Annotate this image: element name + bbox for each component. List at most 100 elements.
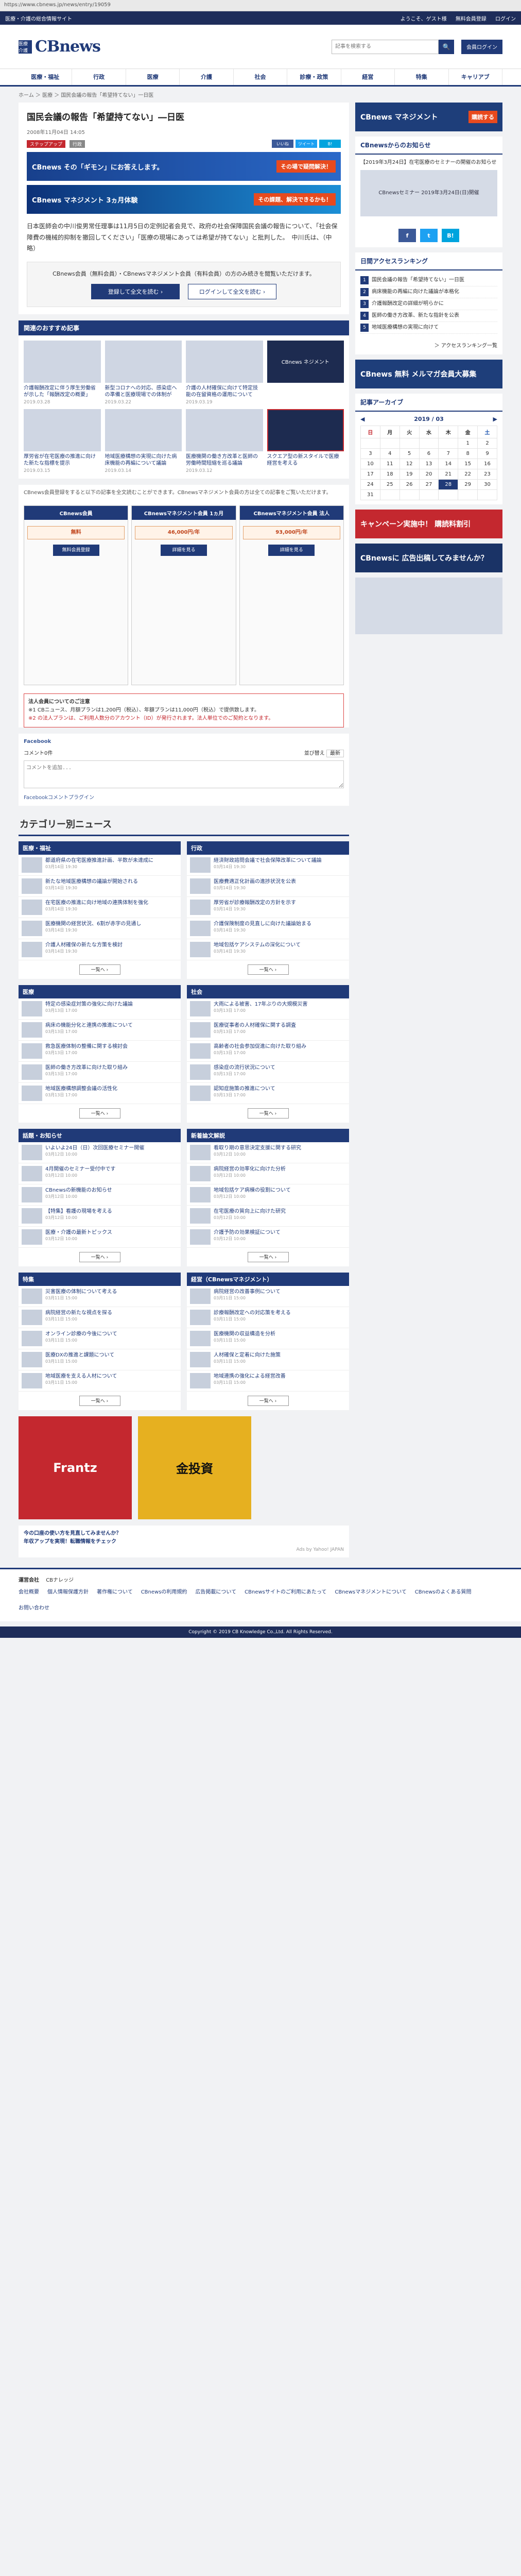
category-news-item[interactable]: 地域医療構想調整会議の活性化 03月13日 17:00 xyxy=(19,1083,181,1104)
calendar-day[interactable]: 14 xyxy=(438,459,459,469)
footer-link[interactable]: 著作権について xyxy=(97,1587,133,1595)
calendar-day[interactable]: 25 xyxy=(379,479,400,490)
side-banner[interactable] xyxy=(355,578,502,634)
calendar-day[interactable]: 20 xyxy=(419,469,439,480)
article-tag[interactable]: ステップアップ xyxy=(27,140,66,148)
text-ad[interactable]: 今の口座の使い方を見直してみませんか？ xyxy=(24,1530,344,1538)
facebook-like-button[interactable]: いいね xyxy=(272,140,293,148)
trial-banner[interactable]: CBnews マネジメント 3ヵ月体験 その課題、解決できるかも！ xyxy=(27,185,341,214)
calendar-day[interactable]: 8 xyxy=(458,448,478,459)
category-news-item[interactable]: 特定の感染症対策の強化に向けた議論 03月13日 17:00 xyxy=(19,998,181,1020)
calendar-day[interactable]: 16 xyxy=(477,459,497,469)
footer-link[interactable]: お問い合わせ xyxy=(19,1603,49,1611)
advertise-ad[interactable]: CBnewsに 広告出稿してみませんか？ xyxy=(355,544,502,572)
mailmag-ad[interactable]: CBnews 無料 メルマガ会員大募集 xyxy=(355,360,502,388)
category-news-item[interactable]: 医師の働き方改革に向けた取り組み 03月13日 17:00 xyxy=(19,1062,181,1083)
category-news-item[interactable]: 介護人材確保の新たな方策を検討 03月14日 19:30 xyxy=(19,939,181,960)
text-ad[interactable]: 年収アップを実現！転職情報をチェック xyxy=(24,1538,344,1546)
category-news-item[interactable]: 人材確保と定着に向けた施策 03月11日 15:00 xyxy=(187,1349,349,1370)
calendar-day[interactable]: 13 xyxy=(419,459,439,469)
plan-button[interactable]: 詳細を見る xyxy=(160,544,207,556)
category-news-item[interactable]: 地域連携の強化による経営改善 03月11日 15:00 xyxy=(187,1370,349,1392)
management-ad[interactable]: CBnews マネジメント 購読する xyxy=(355,103,502,131)
category-news-item[interactable]: 都道府県の在宅医療推進計画、半数が未達成に 03月14日 19:30 xyxy=(19,855,181,876)
ranking-item[interactable]: 3 介護報酬改定の詳細が明らかに xyxy=(360,298,497,310)
category-more-button[interactable]: 一覧へ › xyxy=(247,1108,289,1118)
seminar-promo[interactable]: CBnewsセミナー 2019年3月24日(日)開催 xyxy=(360,170,497,216)
register-link[interactable]: 無料会員登録 xyxy=(456,16,487,22)
category-news-item[interactable]: 災害医療の体制について考える 03月11日 15:00 xyxy=(19,1286,181,1307)
recommended-item[interactable]: 地域医療構想の実現に向けた病床機能の再編について議論 2019.03.14 xyxy=(105,409,182,473)
recommended-item[interactable]: 厚労省が在宅医療の推進に向けた新たな指標を提示 2019.03.15 xyxy=(24,409,101,473)
comment-input[interactable] xyxy=(24,760,344,788)
recommended-item[interactable]: 介護報酬改定に伴う厚生労働省が示した「報酬改定の概要」 2019.03.28 xyxy=(24,340,101,405)
nav-item[interactable]: 社会 xyxy=(234,69,288,85)
search-input[interactable] xyxy=(332,39,439,54)
tweet-button[interactable]: ツイート xyxy=(296,140,317,148)
calendar-day[interactable]: 21 xyxy=(438,469,459,480)
login-to-read-button[interactable]: ログインして全文を読む › xyxy=(188,283,276,299)
notice-text[interactable]: 【2019年3月24日】在宅医療のセミナーの開催のお知らせ xyxy=(360,159,497,167)
nav-item[interactable]: 医療 xyxy=(126,69,180,85)
plan-button[interactable]: 無料会員登録 xyxy=(53,544,99,556)
calendar-day[interactable]: 29 xyxy=(458,479,478,490)
calendar-day[interactable]: 30 xyxy=(477,479,497,490)
article-tag[interactable]: 行政 xyxy=(70,140,85,148)
facebook-icon[interactable]: f xyxy=(398,229,416,242)
category-news-item[interactable]: 病床の機能分化と連携の推進について 03月13日 17:00 xyxy=(19,1020,181,1041)
category-news-item[interactable]: オンライン診療の今後について 03月11日 15:00 xyxy=(19,1328,181,1349)
calendar-day[interactable]: 23 xyxy=(477,469,497,480)
calendar-day[interactable]: 19 xyxy=(399,469,420,480)
category-news-item[interactable]: 病院経営の効率化に向けた分析 03月12日 10:00 xyxy=(187,1163,349,1184)
subscribe-button[interactable]: 購読する xyxy=(468,111,497,123)
nav-item[interactable]: 診療・政策 xyxy=(287,69,341,85)
category-news-item[interactable]: 感染症の流行状況について 03月13日 17:00 xyxy=(187,1062,349,1083)
category-more-button[interactable]: 一覧へ › xyxy=(247,1395,289,1406)
category-more-button[interactable]: 一覧へ › xyxy=(247,1251,289,1262)
category-news-item[interactable]: 大雨による被害、17年ぶりの大規模災害 03月13日 17:00 xyxy=(187,998,349,1020)
calendar-day[interactable]: 27 xyxy=(419,479,439,490)
calendar-day[interactable]: 12 xyxy=(399,459,420,469)
category-news-item[interactable]: 4月開催のセミナー受付中です 03月12日 10:00 xyxy=(19,1163,181,1184)
category-news-item[interactable]: 高齢者の社会参加促進に向けた取り組み 03月13日 17:00 xyxy=(187,1041,349,1062)
nav-item[interactable]: 医療・福祉 xyxy=(19,69,73,85)
campaign-ad[interactable]: キャンペーン実施中！ 購読料割引 xyxy=(355,510,502,538)
calendar-day[interactable]: 9 xyxy=(477,448,497,459)
calendar-day[interactable]: 2 xyxy=(477,438,497,449)
category-news-item[interactable]: 診療報酬改定への対応策を考える 03月11日 15:00 xyxy=(187,1307,349,1328)
footer-link[interactable]: CBnewsのよくある質問 xyxy=(415,1587,472,1595)
ad-banner[interactable]: 金投資 xyxy=(138,1416,251,1519)
ad-banner[interactable]: Frantz xyxy=(19,1416,132,1519)
category-news-item[interactable]: 在宅医療の推進に向け地域の連携体制を強化 03月14日 19:30 xyxy=(19,897,181,918)
category-news-item[interactable]: 介護保険制度の見直しに向けた議論始まる 03月14日 19:30 xyxy=(187,918,349,939)
category-news-item[interactable]: 医療費適正化計画の進捗状況を公表 03月14日 19:30 xyxy=(187,876,349,897)
twitter-icon[interactable]: t xyxy=(420,229,438,242)
calendar-day[interactable]: 24 xyxy=(360,479,380,490)
footer-link[interactable]: CBnewsサイトのご利用にあたって xyxy=(245,1587,326,1595)
footer-link[interactable]: 会社概要 xyxy=(19,1587,39,1595)
category-news-item[interactable]: 医療・介護の最新トピックス 03月12日 10:00 xyxy=(19,1227,181,1248)
hatena-icon[interactable]: B! xyxy=(442,229,459,242)
category-news-item[interactable]: 在宅医療の質向上に向けた研究 03月12日 10:00 xyxy=(187,1206,349,1227)
calendar-day[interactable]: 5 xyxy=(399,448,420,459)
nav-item[interactable]: 行政 xyxy=(72,69,126,85)
category-more-button[interactable]: 一覧へ › xyxy=(79,1108,120,1118)
footer-company-name[interactable]: CBナレッジ xyxy=(46,1578,74,1583)
site-logo[interactable]: 医療介護 CBnews xyxy=(19,38,101,56)
recommended-item[interactable]: 介護の人材確保に向けて特定技能の在留資格の運用について 2019.03.19 xyxy=(186,340,263,405)
category-news-item[interactable]: 地域医療を支える人材について 03月11日 15:00 xyxy=(19,1370,181,1392)
category-news-item[interactable]: 【特集】看護の現場を考える 03月12日 10:00 xyxy=(19,1206,181,1227)
ranking-item[interactable]: 5 地域医療構想の実現に向けて xyxy=(360,322,497,334)
footer-link[interactable]: 広告掲載について xyxy=(195,1587,236,1595)
category-news-item[interactable]: 医療機関の収益構造を分析 03月11日 15:00 xyxy=(187,1328,349,1349)
category-news-item[interactable]: 救急医療体制の整備に関する検討会 03月13日 17:00 xyxy=(19,1041,181,1062)
question-banner[interactable]: CBnews その「ギモン」にお答えします。 その場で疑問解決！ xyxy=(27,152,341,181)
category-more-button[interactable]: 一覧へ › xyxy=(79,1395,120,1406)
calendar-day[interactable]: 1 xyxy=(458,438,478,449)
next-month-icon[interactable]: ▶ xyxy=(493,416,497,422)
category-more-button[interactable]: 一覧へ › xyxy=(79,1251,120,1262)
sort-select[interactable]: 最新 xyxy=(326,749,344,757)
nav-item[interactable]: 介護 xyxy=(180,69,234,85)
calendar-day[interactable]: 17 xyxy=(360,469,380,480)
recommended-item[interactable]: CBnews ネジメント xyxy=(267,340,344,405)
